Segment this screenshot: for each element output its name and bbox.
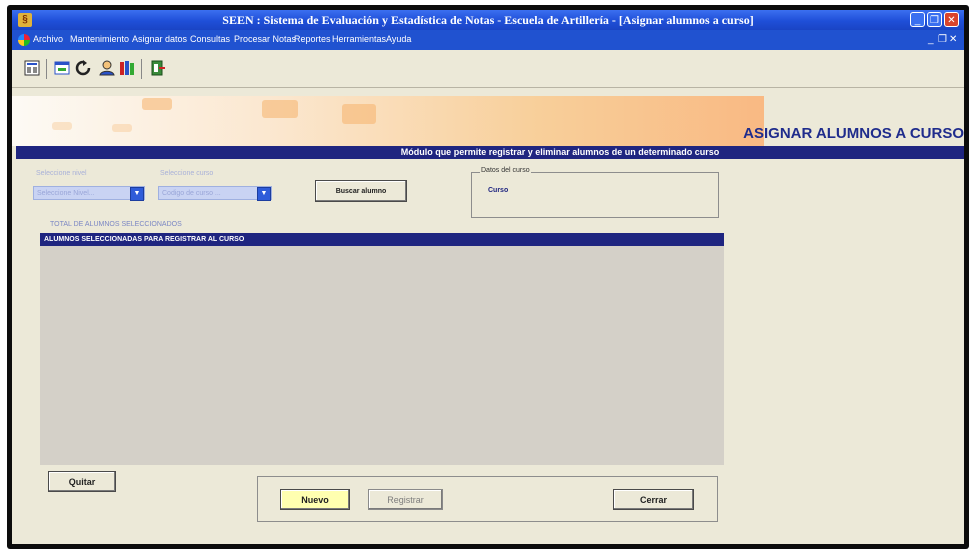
window-title: SEEN : Sistema de Evaluación y Estadísti… [222,13,754,27]
banner-decoration [52,122,72,130]
mdi-child-icon[interactable] [18,34,30,46]
menu-reportes[interactable]: Reportes [294,34,331,44]
books-icon[interactable] [119,60,135,76]
curso-select-value: Codigo de curso ... [162,190,221,197]
close-icon[interactable]: ✕ [944,12,959,27]
mdi-restore-icon[interactable]: ❐ [938,34,947,45]
banner-decoration [142,98,172,110]
curso-field-label: Curso [488,187,509,194]
menu-consultas[interactable]: Consultas [190,34,230,44]
curso-select[interactable]: Codigo de curso ... ▼ [158,186,272,201]
page-title: ASIGNAR ALUMNOS A CURSO [743,125,964,142]
mdi-close-icon[interactable]: ✕ [949,34,957,45]
banner-decoration [342,104,376,124]
menu-mantenimiento[interactable]: Mantenimiento [70,34,129,44]
window-icon[interactable] [54,60,70,76]
title-bar: § SEEN : Sistema de Evaluación y Estadís… [12,10,964,30]
datos-curso-group [471,172,719,218]
minimize-icon[interactable]: _ [910,12,925,27]
quitar-button[interactable]: Quitar [48,471,116,492]
banner-decoration [112,124,132,132]
mdi-minimize-icon[interactable]: _ [928,34,934,45]
nivel-select-value: Seleccione Nivel... [37,190,95,197]
toolbar [12,50,964,88]
refresh-icon[interactable] [75,60,91,76]
menu-ayuda[interactable]: Ayuda [386,34,411,44]
maximize-icon[interactable]: ❐ [927,12,942,27]
toolbar-separator [141,59,142,79]
nivel-label: Seleccione nivel [36,170,87,177]
chevron-down-icon[interactable]: ▼ [130,187,144,201]
exit-icon[interactable] [149,60,165,76]
menu-archivo[interactable]: Archivo [33,34,63,44]
curso-label: Seleccione curso [160,170,214,177]
alumnos-grid[interactable] [40,246,724,465]
total-alumnos-label: TOTAL DE ALUMNOS SELECCIONADOS [50,221,182,228]
chevron-down-icon[interactable]: ▼ [257,187,271,201]
registrar-button[interactable]: Registrar [368,489,443,510]
alumnos-grid-header: ALUMNOS SELECCIONADAS PARA REGISTRAR AL … [40,233,724,246]
menu-bar: Archivo Mantenimiento Asignar datos Cons… [12,30,964,50]
nivel-select[interactable]: Seleccione Nivel... ▼ [33,186,145,201]
buscar-alumno-button[interactable]: Buscar alumno [315,180,407,202]
nuevo-button[interactable]: Nuevo [280,489,350,510]
module-description: Módulo que permite registrar y eliminar … [16,146,964,159]
toolbar-separator [46,59,47,79]
menu-herramientas[interactable]: Herramientas [332,34,386,44]
users-icon[interactable] [99,60,115,76]
header-banner [12,96,764,146]
menu-procesar-notas[interactable]: Procesar Notas [234,34,296,44]
form-icon[interactable] [24,60,40,76]
datos-curso-legend: Datos del curso [480,167,531,174]
banner-decoration [262,100,298,118]
cerrar-button[interactable]: Cerrar [613,489,694,510]
menu-asignar-datos[interactable]: Asignar datos [132,34,187,44]
